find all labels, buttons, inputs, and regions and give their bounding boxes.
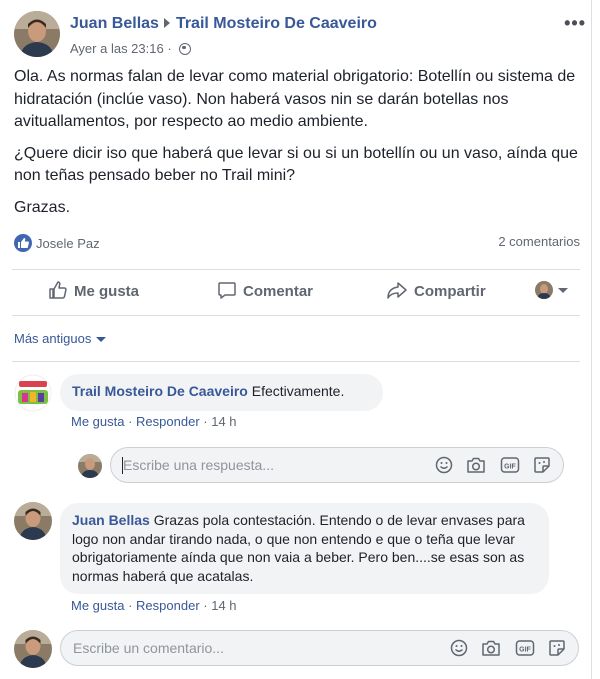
- reply-input[interactable]: Escribe una respuesta... GIF: [110, 447, 564, 483]
- post-timestamp[interactable]: Ayer a las 23:16: [70, 41, 164, 56]
- comment-time[interactable]: 14 h: [211, 598, 236, 613]
- reply-placeholder: Escribe una respuesta...: [123, 457, 274, 473]
- comment-input-icons: GIF: [441, 639, 566, 657]
- like-badge-icon: [14, 234, 32, 252]
- comment-text: Efectivamente.: [251, 383, 345, 399]
- older-comments-label: Más antiguos: [14, 331, 92, 346]
- thumbs-up-icon: [49, 281, 67, 299]
- like-label: Me gusta: [74, 283, 140, 300]
- gif-icon[interactable]: GIF: [515, 639, 535, 657]
- svg-text:GIF: GIF: [519, 647, 531, 654]
- post-card: Juan Bellas Trail Mosteiro De Caaveiro Ay…: [0, 0, 592, 679]
- globe-icon[interactable]: [179, 43, 192, 55]
- emoji-icon[interactable]: [450, 639, 468, 657]
- svg-text:GIF: GIF: [504, 464, 516, 471]
- share-button[interactable]: Compartir: [386, 280, 486, 300]
- post-text: Ola. As normas falan de levar como mater…: [14, 66, 584, 228]
- post-header: Juan Bellas Trail Mosteiro De Caaveiro Ay…: [14, 11, 586, 61]
- camera-icon[interactable]: [481, 639, 501, 657]
- comment-reply-link[interactable]: Responder: [136, 414, 200, 429]
- post-paragraph: Grazas.: [14, 198, 71, 216]
- post-as-selector[interactable]: [535, 281, 568, 299]
- sticker-icon[interactable]: [533, 456, 551, 474]
- comment-author[interactable]: Juan Bellas: [72, 512, 150, 528]
- camera-icon[interactable]: [466, 456, 486, 474]
- post-actions-bar: Me gusta Comentar Compartir: [12, 270, 580, 314]
- comment-icon: [218, 282, 236, 299]
- more-options-button[interactable]: •••: [564, 13, 586, 34]
- comment-label: Comentar: [243, 283, 314, 300]
- commenter-avatar[interactable]: [14, 502, 52, 540]
- gif-icon[interactable]: GIF: [500, 456, 520, 474]
- reply-input-icons: GIF: [426, 456, 551, 474]
- liked-by-name[interactable]: Josele Paz: [36, 236, 100, 251]
- post-target-page[interactable]: Trail Mosteiro De Caaveiro: [176, 15, 377, 32]
- share-icon: [387, 282, 407, 299]
- author-avatar[interactable]: [14, 11, 60, 57]
- comment-placeholder: Escribe un comentario...: [73, 640, 224, 656]
- comment-like-link[interactable]: Me gusta: [71, 414, 124, 429]
- post-paragraph: ¿Quere dicir iso que haberá que levar si…: [14, 144, 578, 185]
- comment-bubble: Juan Bellas Grazas pola contestación. En…: [60, 503, 549, 594]
- comment-input[interactable]: Escribe un comentario... GIF: [60, 630, 579, 666]
- comments-count[interactable]: 2 comentarios: [498, 234, 580, 249]
- divider: [12, 315, 580, 316]
- reply-avatar: [78, 454, 102, 478]
- commenter-avatar[interactable]: [14, 374, 52, 412]
- viewer-avatar: [14, 630, 52, 668]
- chevron-down-icon: [96, 337, 107, 343]
- sticker-icon[interactable]: [548, 639, 566, 657]
- comment-bubble: Trail Mosteiro De Caaveiro Efectivamente…: [60, 374, 383, 411]
- arrow-right-icon: [163, 18, 170, 29]
- comment-time[interactable]: 14 h: [211, 414, 236, 429]
- comment-actions: Me gusta · Responder · 14 h: [71, 598, 237, 613]
- comment-actions: Me gusta · Responder · 14 h: [71, 414, 237, 429]
- dot-separator: ·: [167, 41, 172, 56]
- comment-like-link[interactable]: Me gusta: [71, 598, 124, 613]
- post-stats: Josele Paz 2 comentarios: [14, 234, 580, 254]
- older-comments-link[interactable]: Más antiguos: [14, 331, 107, 346]
- chevron-down-icon: [558, 287, 568, 293]
- comment-button[interactable]: Comentar: [217, 280, 313, 300]
- post-author-line: Juan Bellas Trail Mosteiro De Caaveiro: [70, 15, 377, 33]
- comment-reply-link[interactable]: Responder: [136, 598, 200, 613]
- share-label: Compartir: [414, 283, 486, 300]
- comment-author[interactable]: Trail Mosteiro De Caaveiro: [72, 383, 248, 399]
- post-meta: Ayer a las 23:16 ·: [70, 41, 192, 56]
- viewer-avatar: [535, 281, 553, 299]
- post-author-name[interactable]: Juan Bellas: [70, 15, 159, 32]
- post-paragraph: Ola. As normas falan de levar como mater…: [14, 68, 576, 130]
- emoji-icon[interactable]: [435, 456, 453, 474]
- divider: [12, 361, 580, 362]
- like-button[interactable]: Me gusta: [48, 280, 139, 300]
